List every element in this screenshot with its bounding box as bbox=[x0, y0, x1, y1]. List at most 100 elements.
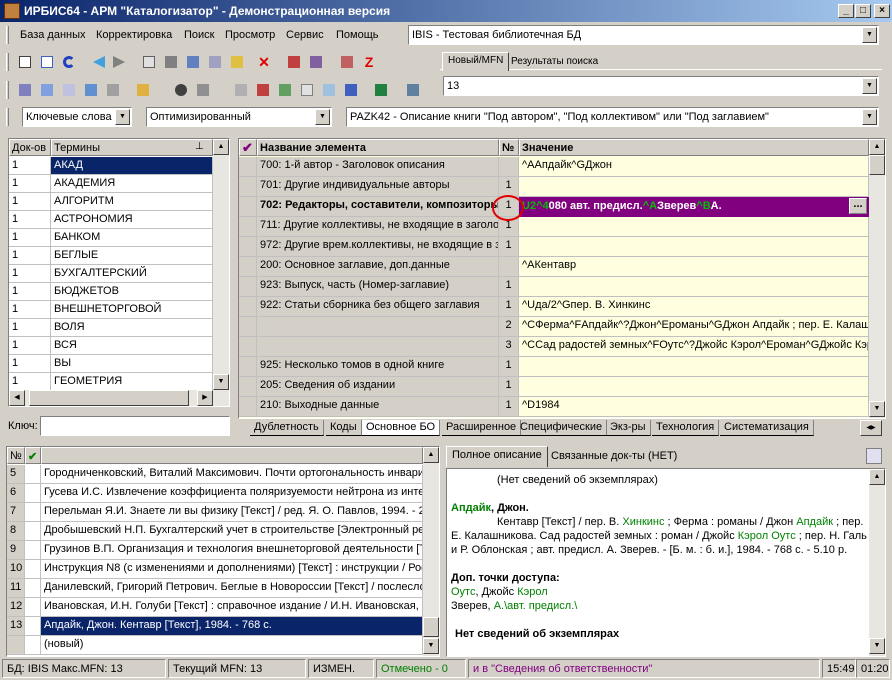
field-value[interactable] bbox=[519, 277, 869, 297]
term-row[interactable]: 1 ВНЕШНЕТОРГОВОЙ bbox=[9, 301, 213, 319]
scroll-up-icon[interactable]: ▲ bbox=[869, 139, 885, 155]
record-row[interactable]: 12 Ивановская, И.Н. Голуби [Текст] : спра… bbox=[7, 598, 423, 617]
menu-database[interactable]: База данных bbox=[20, 29, 86, 41]
z3950-icon[interactable]: Z bbox=[360, 53, 378, 71]
menu-search[interactable]: Поиск bbox=[184, 29, 214, 41]
print-forms-icon[interactable] bbox=[276, 81, 294, 99]
field-value[interactable]: ^CСад радостей земных^FОутс^?Джойс Кэрол… bbox=[519, 337, 869, 357]
ellipsis-button[interactable]: ... bbox=[849, 198, 867, 214]
field-value[interactable]: ^AАпдайк^GДжон bbox=[519, 157, 869, 177]
record-row[interactable]: 13 Апдайк, Джон. Кентавр [Текст], 1984. -… bbox=[7, 617, 423, 636]
record-checkbox[interactable] bbox=[25, 484, 41, 503]
print-list-icon[interactable] bbox=[254, 81, 272, 99]
scroll-down-icon[interactable]: ▼ bbox=[869, 638, 885, 654]
access-link[interactable]: Оутс bbox=[451, 586, 475, 598]
record-checkbox[interactable] bbox=[25, 522, 41, 541]
term-row[interactable]: 1 БЮДЖЕТОВ bbox=[9, 283, 213, 301]
field-value[interactable] bbox=[519, 377, 869, 397]
record-row[interactable]: 11 Данилевский, Григорий Петрович. Беглые… bbox=[7, 579, 423, 598]
description-vscroll[interactable]: ▲ ▼ bbox=[869, 469, 885, 656]
records-vscroll[interactable]: ▲ ▼ bbox=[423, 447, 439, 656]
terms-col-docs[interactable]: Док-ов bbox=[9, 139, 51, 156]
field-occurrence[interactable] bbox=[499, 157, 519, 177]
record-row[interactable]: 10 Инструкция N8 (с изменениями и дополне… bbox=[7, 560, 423, 579]
desc-link[interactable]: Апдайк bbox=[796, 516, 833, 528]
field-row[interactable]: 923: Выпуск, часть (Номер-заглавие) 1 bbox=[239, 277, 869, 297]
tab-technology[interactable]: Технология bbox=[652, 420, 720, 436]
tab-systematization[interactable]: Систематизация bbox=[720, 420, 814, 436]
field-value[interactable] bbox=[519, 217, 869, 237]
scroll-right-icon[interactable]: ▶ bbox=[197, 390, 213, 406]
record-row[interactable]: 5 Городниченковский, Виталий Максимович. … bbox=[7, 465, 423, 484]
word-icon[interactable] bbox=[342, 81, 360, 99]
field-row[interactable]: 972: Другие врем.коллективы, не входящие… bbox=[239, 237, 869, 257]
print-icon[interactable] bbox=[232, 81, 250, 99]
term-row[interactable]: 1 АКАДЕМИЯ bbox=[9, 175, 213, 193]
desc-link[interactable]: Хинкинс bbox=[622, 516, 664, 528]
pin-icon[interactable]: ⊥ bbox=[195, 141, 204, 152]
record-checkbox[interactable] bbox=[25, 541, 41, 560]
term-row[interactable]: 1 ГЕОМЕТРИЯ bbox=[9, 373, 213, 391]
field-occurrence[interactable]: 1 bbox=[499, 277, 519, 297]
scroll-up-icon[interactable]: ▲ bbox=[213, 139, 229, 155]
term-row[interactable]: 1 АКАД bbox=[9, 157, 213, 175]
record-checkbox[interactable] bbox=[25, 636, 41, 655]
close-button[interactable]: × bbox=[874, 4, 890, 18]
scroll-down-icon[interactable]: ▼ bbox=[213, 374, 229, 390]
chat-icon[interactable] bbox=[82, 81, 100, 99]
fields-vscroll[interactable]: ▲ ▼ bbox=[869, 139, 885, 418]
term-row[interactable]: 1 ВСЯ bbox=[9, 337, 213, 355]
tab-full-description[interactable]: Полное описание bbox=[446, 446, 548, 467]
scroll-thumb[interactable] bbox=[423, 617, 439, 637]
tab-doublets[interactable]: Дублетность bbox=[250, 420, 324, 436]
mfn-field[interactable]: 13 ▼ bbox=[443, 76, 879, 96]
field-row[interactable]: 925: Несколько томов в одной книге 1 bbox=[239, 357, 869, 377]
export-icon[interactable] bbox=[285, 53, 303, 71]
fields-col-value[interactable]: Значение bbox=[519, 139, 869, 156]
record-checkbox[interactable] bbox=[25, 503, 41, 522]
field-occurrence[interactable]: 2 bbox=[499, 317, 519, 337]
chevron-down-icon[interactable]: ▼ bbox=[862, 78, 877, 94]
key-icon[interactable] bbox=[134, 81, 152, 99]
field-value[interactable] bbox=[519, 357, 869, 377]
field-occurrence[interactable] bbox=[499, 257, 519, 277]
tree-icon[interactable] bbox=[184, 53, 202, 71]
scroll-up-icon[interactable]: ▲ bbox=[423, 447, 439, 463]
terms-col-terms[interactable]: Термины bbox=[51, 139, 213, 156]
maximize-button[interactable]: □ bbox=[855, 4, 871, 18]
tab-extended[interactable]: Расширенное bbox=[442, 420, 522, 436]
term-row[interactable]: 1 АСТРОНОМИЯ bbox=[9, 211, 213, 229]
record-checkbox[interactable] bbox=[25, 560, 41, 579]
keywords-select[interactable]: Ключевые слова ▼ bbox=[22, 107, 132, 127]
scroll-down-icon[interactable]: ▼ bbox=[423, 638, 439, 654]
chevron-down-icon[interactable]: ▼ bbox=[862, 27, 877, 43]
menu-service[interactable]: Сервис bbox=[286, 29, 324, 41]
record-row[interactable]: (новый) bbox=[7, 636, 423, 655]
settings-icon[interactable] bbox=[404, 81, 422, 99]
term-row[interactable]: 1 БУХГАЛТЕРСКИЙ bbox=[9, 265, 213, 283]
field-occurrence[interactable]: 1 bbox=[499, 237, 519, 257]
tab-codes[interactable]: Коды bbox=[326, 420, 362, 436]
new-record-icon[interactable] bbox=[16, 53, 34, 71]
terms-vscroll[interactable]: ▲ ▼ bbox=[213, 139, 229, 390]
import-icon[interactable] bbox=[307, 53, 325, 71]
scroll-thumb[interactable] bbox=[29, 390, 189, 406]
scroll-left-icon[interactable]: ◀ bbox=[9, 390, 25, 406]
chevron-down-icon[interactable]: ▼ bbox=[315, 109, 330, 125]
minimize-button[interactable]: _ bbox=[838, 4, 854, 18]
field-row[interactable]: 701: Другие индивидуальные авторы 1 bbox=[239, 177, 869, 197]
records-col-title[interactable] bbox=[41, 447, 423, 464]
folder-icon[interactable] bbox=[194, 81, 212, 99]
field-value[interactable]: ^CФерма^FАпдайк^?Джон^Eроманы^GДжон Апда… bbox=[519, 317, 869, 337]
field-value[interactable]: ^D1984 bbox=[519, 397, 869, 417]
field-value[interactable]: ^AКентавр bbox=[519, 257, 869, 277]
tab-specific[interactable]: Специфические bbox=[516, 420, 608, 436]
field-row[interactable]: 711: Другие коллективы, не входящие в за… bbox=[239, 217, 869, 237]
record-row[interactable]: 9 Грузинов В.П. Организация и технология … bbox=[7, 541, 423, 560]
excel-icon[interactable] bbox=[372, 81, 390, 99]
search-mode-select[interactable]: Оптимизированный ▼ bbox=[146, 107, 332, 127]
copy-icon[interactable] bbox=[104, 81, 122, 99]
term-row[interactable]: 1 БЕГЛЫЕ bbox=[9, 247, 213, 265]
menu-view[interactable]: Просмотр bbox=[225, 29, 275, 41]
mail-icon[interactable] bbox=[60, 81, 78, 99]
